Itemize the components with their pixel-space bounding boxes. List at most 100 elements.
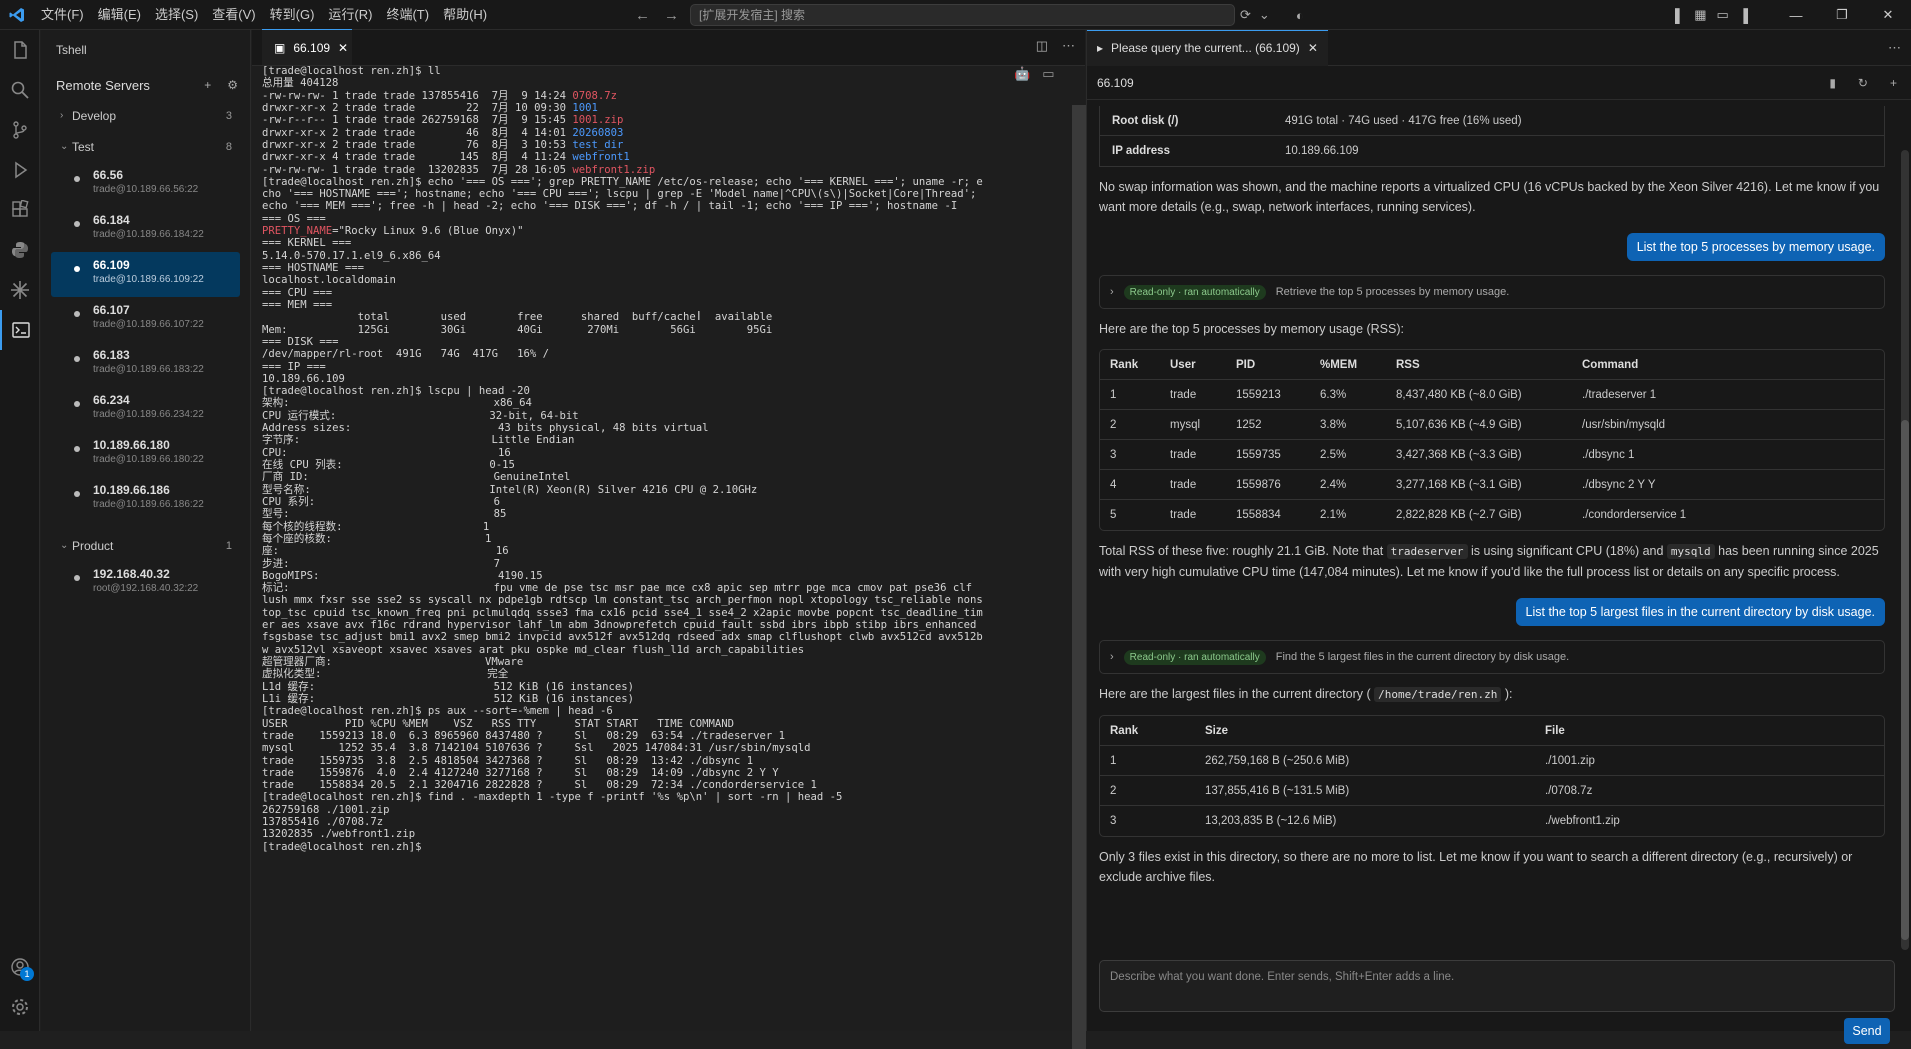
send-button[interactable]: Send bbox=[1844, 1018, 1890, 1044]
status-dot-icon bbox=[74, 575, 80, 581]
split-editor-icon[interactable]: ◫ bbox=[1036, 38, 1048, 54]
terminal-line: CPU 运行模式: 32-bit, 64-bit bbox=[262, 410, 1070, 422]
message-text: is using significant CPU (18%) and bbox=[1467, 544, 1667, 558]
terminal-text: 架构: x86_64 bbox=[262, 397, 532, 410]
terminal-text: [trade@localhost ren.zh]$ find . -maxdep… bbox=[262, 791, 843, 804]
terminal-text: 在线 CPU 列表: 0-15 bbox=[262, 459, 515, 471]
terminal-text: -rw-rw-rw- 1 trade trade 13202835 7月 28 … bbox=[262, 163, 573, 176]
chevron-right-icon: › bbox=[1110, 286, 1114, 298]
sysinfo-key: Root disk (/) bbox=[1112, 114, 1179, 127]
toggle-secondary-sidebar-icon[interactable]: ▐ bbox=[1739, 8, 1748, 23]
menu-selection[interactable]: 选择(S) bbox=[148, 0, 205, 30]
refresh-icon[interactable]: ↻ bbox=[1858, 76, 1868, 90]
server-group[interactable]: ⌄ Test 8 bbox=[41, 131, 250, 162]
bookmark-icon[interactable]: ▮ bbox=[1829, 76, 1836, 90]
server-name: 66.107 bbox=[93, 303, 130, 317]
terminal-text: top_tsc cpuid tsc_known_freq pni pclmulq… bbox=[262, 606, 983, 619]
python-icon[interactable] bbox=[0, 230, 40, 270]
terminal-line: L1d 缓存: 512 KiB (16 instances) bbox=[262, 681, 1070, 693]
server-item[interactable]: 66.183 trade@10.189.66.183:22 bbox=[41, 342, 250, 387]
server-group[interactable]: › Develop 3 bbox=[41, 100, 250, 131]
terminal-line: USER PID %CPU %MEM VSZ RSS TTY STAT STAR… bbox=[262, 718, 1070, 730]
chat-tab-close-icon[interactable]: ✕ bbox=[1308, 41, 1318, 55]
server-item[interactable]: 10.189.66.180 trade@10.189.66.180:22 bbox=[41, 432, 250, 477]
terminal-text: L1i 缓存: 512 KiB (16 instances) bbox=[262, 692, 634, 705]
chat-tab[interactable]: ▸ Please query the current... (66.109) ✕ bbox=[1087, 29, 1328, 66]
server-item[interactable]: 66.109 trade@10.189.66.109:22 bbox=[51, 252, 240, 297]
forward-arrow-icon[interactable]: → bbox=[664, 7, 679, 24]
server-item[interactable]: 10.189.66.186 trade@10.189.66.186:22 bbox=[41, 477, 250, 522]
chat-input[interactable]: Describe what you want done. Enter sends… bbox=[1099, 960, 1895, 1012]
terminal-scrollbar[interactable] bbox=[1072, 105, 1086, 1049]
settings-icon[interactable]: ⚙ bbox=[227, 78, 238, 92]
server-item[interactable]: 66.56 trade@10.189.66.56:22 bbox=[41, 162, 250, 207]
terminal-line: BogoMIPS: 4190.15 bbox=[262, 570, 1070, 582]
terminal-text: === OS === bbox=[262, 212, 326, 225]
explorer-icon[interactable] bbox=[0, 30, 40, 70]
close-icon[interactable]: ✕ bbox=[1865, 0, 1911, 30]
terminal-tab-icon: ▣ bbox=[274, 40, 286, 55]
more-actions-icon[interactable]: ⋯ bbox=[1062, 38, 1075, 54]
scrollbar-thumb[interactable] bbox=[1901, 420, 1909, 940]
remote-servers-header[interactable]: Remote Servers + ⚙ bbox=[41, 70, 250, 100]
chevron-down-icon[interactable]: ⌄ bbox=[1259, 7, 1270, 23]
source-control-icon[interactable] bbox=[0, 110, 40, 150]
menu-file[interactable]: 文件(F) bbox=[34, 0, 91, 30]
tab-close-icon[interactable]: ✕ bbox=[338, 41, 348, 55]
menu-view[interactable]: 查看(V) bbox=[205, 0, 262, 30]
back-arrow-icon[interactable]: ← bbox=[635, 7, 650, 24]
toggle-sidebar-icon[interactable]: ▌ bbox=[1675, 8, 1684, 23]
server-item[interactable]: 66.107 trade@10.189.66.107:22 bbox=[41, 297, 250, 342]
table-row: 3 13,203,835 B (~12.6 MiB) ./webfront1.zip bbox=[1100, 806, 1884, 836]
menu-terminal[interactable]: 终端(T) bbox=[379, 0, 436, 30]
sync-icon[interactable]: ⟳ bbox=[1240, 7, 1251, 23]
new-chat-icon[interactable]: + bbox=[1890, 76, 1897, 90]
inline-code: /home/trade/ren.zh bbox=[1374, 687, 1502, 702]
terminal-line: 每个核的线程数: 1 bbox=[262, 521, 1070, 533]
tab-label: 66.109 bbox=[293, 40, 331, 55]
terminal-text: test_dir bbox=[572, 138, 624, 151]
terminal-line: Address sizes: 43 bits physical, 48 bits… bbox=[262, 422, 1070, 434]
server-item[interactable]: 66.234 trade@10.189.66.234:22 bbox=[41, 387, 250, 432]
user-message: List the top 5 largest files in the curr… bbox=[1099, 598, 1885, 626]
menu-go[interactable]: 转到(G) bbox=[263, 0, 322, 30]
table-cell: ./dbsync 1 bbox=[1582, 448, 1635, 461]
menu-run[interactable]: 运行(R) bbox=[321, 0, 379, 30]
server-address: trade@10.189.66.184:22 bbox=[93, 229, 204, 240]
tshell-terminal-icon[interactable] bbox=[0, 310, 40, 350]
terminal-text: drwxr-xr-x 2 trade trade 76 8月 3 10:53 bbox=[262, 138, 573, 151]
terminal-output[interactable]: [trade@localhost ren.zh]$ ll 总用量 404128 -r… bbox=[262, 65, 1070, 1031]
status-dot-icon bbox=[74, 356, 80, 362]
chat-more-icon[interactable]: ⋯ bbox=[1888, 40, 1901, 56]
tool-call[interactable]: › Read-only · ran automatically Find the… bbox=[1099, 640, 1885, 674]
run-debug-icon[interactable] bbox=[0, 150, 40, 190]
menu-help[interactable]: 帮助(H) bbox=[436, 0, 494, 30]
server-group[interactable]: ⌄ Product 1 bbox=[41, 530, 250, 561]
toggle-panel-icon[interactable]: ▭ bbox=[1717, 7, 1729, 23]
tool-call[interactable]: › Read-only · ran automatically Retrieve… bbox=[1099, 275, 1885, 309]
server-item[interactable]: 192.168.40.32 root@192.168.40.32:22 bbox=[41, 561, 250, 606]
process-table: Rank User PID %MEM RSS Command 1 trade 1559213 6.… bbox=[1099, 349, 1885, 531]
accounts-icon[interactable]: 1 bbox=[0, 947, 40, 987]
manage-gear-icon[interactable] bbox=[0, 987, 40, 1027]
terminal-text: drwxr-xr-x 2 trade trade 46 8月 4 14:01 bbox=[262, 126, 573, 139]
layout-customize-icon[interactable]: ▦ bbox=[1694, 7, 1706, 23]
chat-scrollbar[interactable] bbox=[1901, 150, 1909, 950]
terminal-line: 座: 16 bbox=[262, 545, 1070, 557]
sysinfo-row: IP address 10.189.66.109 bbox=[1100, 136, 1884, 166]
copilot-icon[interactable]: ◐ bbox=[1296, 8, 1304, 23]
add-server-icon[interactable]: + bbox=[204, 78, 211, 92]
search-icon[interactable] bbox=[0, 70, 40, 110]
tab-terminal-66-109[interactable]: ▣ 66.109 ✕ bbox=[262, 29, 352, 65]
command-center-search[interactable]: [扩展开发宿主] 搜索 bbox=[690, 4, 1235, 26]
minimize-icon[interactable]: — bbox=[1773, 0, 1819, 30]
terminal-text: 型号名称: Intel(R) Xeon(R) Silver 4216 CPU @… bbox=[262, 483, 758, 496]
table-cell: trade bbox=[1170, 388, 1197, 401]
extensions-icon[interactable] bbox=[0, 190, 40, 230]
terminal-text: 型号: 85 bbox=[262, 508, 507, 521]
restore-icon[interactable]: ❐ bbox=[1819, 0, 1865, 30]
menu-edit[interactable]: 编辑(E) bbox=[91, 0, 148, 30]
spark-icon[interactable] bbox=[0, 270, 40, 310]
server-item[interactable]: 66.184 trade@10.189.66.184:22 bbox=[41, 207, 250, 252]
table-row: 3 trade 1559735 2.5% 3,427,368 KB (~3.3 GiB)… bbox=[1100, 440, 1884, 470]
